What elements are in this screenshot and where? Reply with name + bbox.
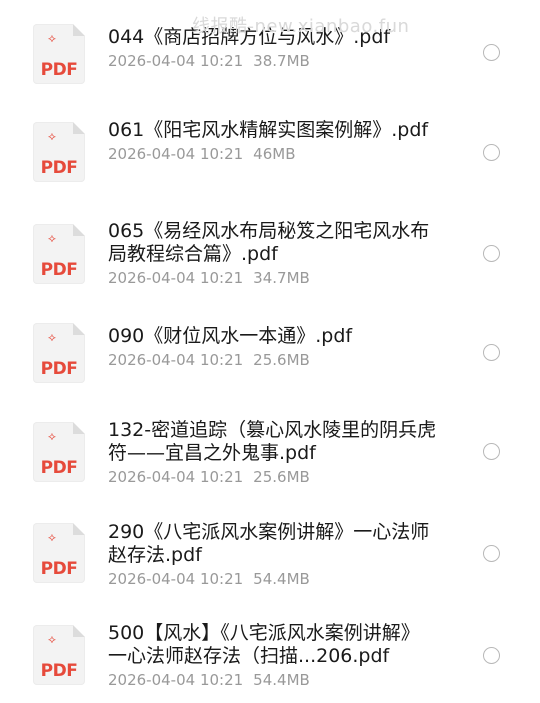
acrobat-glyph-icon: ⟡ xyxy=(48,632,56,646)
file-list: ⟡ PDF 044《商店招牌方位与风水》.pdf 2026-04-04 10:2… xyxy=(0,0,540,693)
acrobat-glyph-icon: ⟡ xyxy=(48,231,56,245)
file-meta: 2026-04-04 10:21 25.6MB xyxy=(108,467,438,487)
file-size: 54.4MB xyxy=(253,671,310,689)
file-info: 090《财位风水一本通》.pdf 2026-04-04 10:21 25.6MB xyxy=(108,325,438,370)
file-row[interactable]: ⟡ PDF 065《易经风水布局秘笈之阳宅风水布局教程综合篇》.pdf 2026… xyxy=(0,214,540,304)
acrobat-glyph-icon: ⟡ xyxy=(48,330,56,344)
file-size: 46MB xyxy=(253,145,296,163)
file-row[interactable]: ⟡ PDF 061《阳宅风水精解实图案例解》.pdf 2026-04-04 10… xyxy=(0,112,540,202)
select-radio[interactable] xyxy=(483,443,500,460)
file-info: 290《八宅派风水案例讲解》一心法师赵存法.pdf 2026-04-04 10:… xyxy=(108,521,438,589)
file-row[interactable]: ⟡ PDF 290《八宅派风水案例讲解》一心法师赵存法.pdf 2026-04-… xyxy=(0,512,540,602)
file-size: 25.6MB xyxy=(253,468,310,486)
pdf-file-icon: ⟡ PDF xyxy=(33,24,85,84)
pdf-icon-label: PDF xyxy=(40,158,78,178)
file-info: 061《阳宅风水精解实图案例解》.pdf 2026-04-04 10:21 46M… xyxy=(108,119,438,164)
select-radio[interactable] xyxy=(483,647,500,664)
pdf-file-icon: ⟡ PDF xyxy=(33,122,85,182)
file-date: 2026-04-04 10:21 xyxy=(108,570,244,588)
file-date: 2026-04-04 10:21 xyxy=(108,468,244,486)
file-name: 044《商店招牌方位与风水》.pdf xyxy=(108,26,391,48)
file-info: 065《易经风水布局秘笈之阳宅风水布局教程综合篇》.pdf 2026-04-04… xyxy=(108,220,438,288)
file-meta: 2026-04-04 10:21 25.6MB xyxy=(108,350,438,370)
file-meta: 2026-04-04 10:21 38.7MB xyxy=(108,51,438,71)
file-size: 54.4MB xyxy=(253,570,310,588)
file-info: 044《商店招牌方位与风水》.pdf 2026-04-04 10:21 38.7M… xyxy=(108,26,438,71)
file-meta: 2026-04-04 10:21 54.4MB xyxy=(108,569,438,589)
file-row[interactable]: ⟡ PDF 044《商店招牌方位与风水》.pdf 2026-04-04 10:2… xyxy=(0,14,540,104)
file-name: 290《八宅派风水案例讲解》一心法师赵存法.pdf xyxy=(108,521,430,566)
file-info: 132-密道追踪（篡心风水陵里的阴兵虎符——宜昌之外鬼事.pdf 2026-04… xyxy=(108,419,438,487)
pdf-icon-label: PDF xyxy=(40,661,78,681)
file-row[interactable]: ⟡ PDF 090《财位风水一本通》.pdf 2026-04-04 10:21 2… xyxy=(0,313,540,403)
pdf-file-icon: ⟡ PDF xyxy=(33,422,85,482)
acrobat-glyph-icon: ⟡ xyxy=(48,530,56,544)
select-radio[interactable] xyxy=(483,344,500,361)
pdf-icon-label: PDF xyxy=(40,260,78,280)
file-size: 25.6MB xyxy=(253,351,310,369)
file-meta: 2026-04-04 10:21 34.7MB xyxy=(108,268,438,288)
acrobat-glyph-icon: ⟡ xyxy=(48,129,56,143)
acrobat-glyph-icon: ⟡ xyxy=(48,429,56,443)
file-name: 500【风水】《八宅派风水案例讲解》一心法师赵存法（扫描...206.pdf xyxy=(108,622,420,667)
file-name: 090《财位风水一本通》.pdf xyxy=(108,325,353,347)
pdf-file-icon: ⟡ PDF xyxy=(33,523,85,583)
select-radio[interactable] xyxy=(483,144,500,161)
pdf-icon-label: PDF xyxy=(40,60,78,80)
pdf-icon-label: PDF xyxy=(40,559,78,579)
select-radio[interactable] xyxy=(483,545,500,562)
acrobat-glyph-icon: ⟡ xyxy=(48,31,56,45)
pdf-file-icon: ⟡ PDF xyxy=(33,323,85,383)
pdf-file-icon: ⟡ PDF xyxy=(33,625,85,685)
file-size: 34.7MB xyxy=(253,269,310,287)
select-radio[interactable] xyxy=(483,44,500,61)
file-date: 2026-04-04 10:21 xyxy=(108,52,244,70)
file-size: 38.7MB xyxy=(253,52,310,70)
file-date: 2026-04-04 10:21 xyxy=(108,269,244,287)
select-radio[interactable] xyxy=(483,245,500,262)
file-name: 132-密道追踪（篡心风水陵里的阴兵虎符——宜昌之外鬼事.pdf xyxy=(108,419,437,464)
pdf-icon-label: PDF xyxy=(40,458,78,478)
file-date: 2026-04-04 10:21 xyxy=(108,351,244,369)
file-name: 061《阳宅风水精解实图案例解》.pdf xyxy=(108,119,429,141)
file-row[interactable]: ⟡ PDF 132-密道追踪（篡心风水陵里的阴兵虎符——宜昌之外鬼事.pdf 2… xyxy=(0,412,540,502)
file-date: 2026-04-04 10:21 xyxy=(108,145,244,163)
file-meta: 2026-04-04 10:21 54.4MB xyxy=(108,670,438,690)
file-date: 2026-04-04 10:21 xyxy=(108,671,244,689)
file-row[interactable]: ⟡ PDF 500【风水】《八宅派风水案例讲解》一心法师赵存法（扫描...206… xyxy=(0,613,540,703)
file-name: 065《易经风水布局秘笈之阳宅风水布局教程综合篇》.pdf xyxy=(108,220,430,265)
file-meta: 2026-04-04 10:21 46MB xyxy=(108,144,438,164)
pdf-file-icon: ⟡ PDF xyxy=(33,224,85,284)
pdf-icon-label: PDF xyxy=(40,359,78,379)
file-info: 500【风水】《八宅派风水案例讲解》一心法师赵存法（扫描...206.pdf 2… xyxy=(108,622,438,690)
